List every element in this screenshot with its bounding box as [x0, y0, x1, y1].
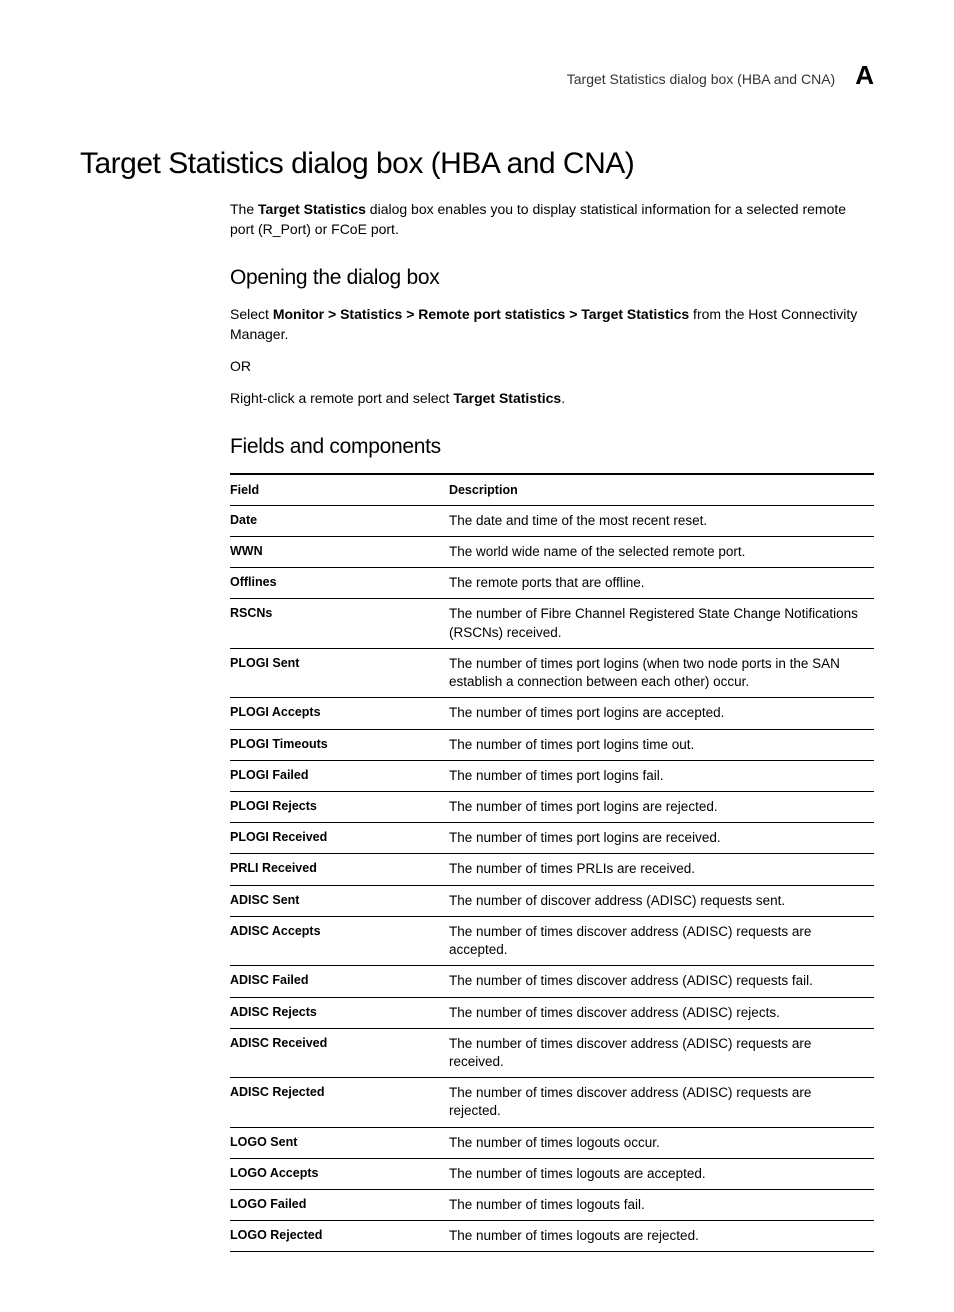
field-name-cell: ADISC Sent [230, 885, 449, 916]
opening-or: OR [230, 356, 874, 376]
field-name-cell: LOGO Failed [230, 1190, 449, 1221]
content-body: The Target Statistics dialog box enables… [230, 199, 874, 1252]
field-desc-cell: The number of times logouts are accepted… [449, 1158, 874, 1189]
field-name-cell: RSCNs [230, 599, 449, 648]
intro-paragraph: The Target Statistics dialog box enables… [230, 199, 874, 240]
field-name-cell: Offlines [230, 568, 449, 599]
field-name-cell: LOGO Rejected [230, 1221, 449, 1252]
field-desc-cell: The number of times port logins (when tw… [449, 648, 874, 697]
field-name-cell: PLOGI Failed [230, 760, 449, 791]
col-header-description: Description [449, 474, 874, 506]
field-desc-cell: The number of times port logins fail. [449, 760, 874, 791]
field-name-cell: ADISC Failed [230, 966, 449, 997]
table-row: ADISC RejectsThe number of times discove… [230, 997, 874, 1028]
field-desc-cell: The number of times discover address (AD… [449, 916, 874, 965]
table-row: ADISC RejectedThe number of times discov… [230, 1078, 874, 1127]
table-row: LOGO SentThe number of times logouts occ… [230, 1127, 874, 1158]
opening-line2-prefix: Right-click a remote port and select [230, 390, 453, 406]
field-desc-cell: The number of times discover address (AD… [449, 997, 874, 1028]
table-row: WWNThe world wide name of the selected r… [230, 537, 874, 568]
field-desc-cell: The number of times port logins are acce… [449, 698, 874, 729]
appendix-letter: A [855, 60, 874, 91]
opening-line1-prefix: Select [230, 306, 273, 322]
table-row: PLOGI ReceivedThe number of times port l… [230, 823, 874, 854]
field-name-cell: PLOGI Accepts [230, 698, 449, 729]
table-row: ADISC AcceptsThe number of times discove… [230, 916, 874, 965]
field-name-cell: PLOGI Received [230, 823, 449, 854]
field-desc-cell: The number of times discover address (AD… [449, 966, 874, 997]
table-row: PLOGI AcceptsThe number of times port lo… [230, 698, 874, 729]
table-row: LOGO AcceptsThe number of times logouts … [230, 1158, 874, 1189]
opening-line2-suffix: . [561, 390, 565, 406]
field-desc-cell: The number of times discover address (AD… [449, 1078, 874, 1127]
table-row: PLOGI TimeoutsThe number of times port l… [230, 729, 874, 760]
opening-line-2: Right-click a remote port and select Tar… [230, 388, 874, 408]
field-desc-cell: The number of discover address (ADISC) r… [449, 885, 874, 916]
field-name-cell: ADISC Received [230, 1028, 449, 1077]
opening-line1-bold: Monitor > Statistics > Remote port stati… [273, 306, 689, 322]
table-header-row: Field Description [230, 474, 874, 506]
running-header: Target Statistics dialog box (HBA and CN… [80, 60, 874, 91]
table-row: PLOGI SentThe number of times port login… [230, 648, 874, 697]
field-desc-cell: The number of times logouts occur. [449, 1127, 874, 1158]
opening-line-1: Select Monitor > Statistics > Remote por… [230, 304, 874, 345]
table-row: PLOGI RejectsThe number of times port lo… [230, 791, 874, 822]
opening-line2-bold: Target Statistics [453, 390, 561, 406]
field-desc-cell: The date and time of the most recent res… [449, 505, 874, 536]
table-row: RSCNsThe number of Fibre Channel Registe… [230, 599, 874, 648]
field-name-cell: ADISC Accepts [230, 916, 449, 965]
fields-table: Field Description DateThe date and time … [230, 473, 874, 1253]
field-name-cell: PLOGI Timeouts [230, 729, 449, 760]
field-name-cell: PLOGI Sent [230, 648, 449, 697]
field-name-cell: LOGO Accepts [230, 1158, 449, 1189]
field-desc-cell: The number of times discover address (AD… [449, 1028, 874, 1077]
field-name-cell: ADISC Rejects [230, 997, 449, 1028]
field-desc-cell: The number of times port logins are rece… [449, 823, 874, 854]
page-title: Target Statistics dialog box (HBA and CN… [80, 147, 874, 181]
field-desc-cell: The world wide name of the selected remo… [449, 537, 874, 568]
table-row: ADISC ReceivedThe number of times discov… [230, 1028, 874, 1077]
field-name-cell: LOGO Sent [230, 1127, 449, 1158]
field-name-cell: WWN [230, 537, 449, 568]
table-row: ADISC SentThe number of discover address… [230, 885, 874, 916]
table-row: PRLI ReceivedThe number of times PRLIs a… [230, 854, 874, 885]
table-row: PLOGI FailedThe number of times port log… [230, 760, 874, 791]
field-desc-cell: The number of times logouts are rejected… [449, 1221, 874, 1252]
intro-bold: Target Statistics [258, 201, 366, 217]
col-header-field: Field [230, 474, 449, 506]
section-fields-heading: Fields and components [230, 435, 874, 459]
field-desc-cell: The number of times PRLIs are received. [449, 854, 874, 885]
table-row: LOGO FailedThe number of times logouts f… [230, 1190, 874, 1221]
field-name-cell: ADISC Rejected [230, 1078, 449, 1127]
section-opening-heading: Opening the dialog box [230, 266, 874, 290]
running-title: Target Statistics dialog box (HBA and CN… [567, 71, 835, 87]
field-desc-cell: The number of times port logins are reje… [449, 791, 874, 822]
field-name-cell: Date [230, 505, 449, 536]
page-container: Target Statistics dialog box (HBA and CN… [0, 0, 954, 1312]
table-row: ADISC FailedThe number of times discover… [230, 966, 874, 997]
field-desc-cell: The number of Fibre Channel Registered S… [449, 599, 874, 648]
table-row: OfflinesThe remote ports that are offlin… [230, 568, 874, 599]
table-row: LOGO RejectedThe number of times logouts… [230, 1221, 874, 1252]
table-row: DateThe date and time of the most recent… [230, 505, 874, 536]
field-desc-cell: The remote ports that are offline. [449, 568, 874, 599]
intro-prefix: The [230, 201, 258, 217]
field-name-cell: PLOGI Rejects [230, 791, 449, 822]
field-desc-cell: The number of times port logins time out… [449, 729, 874, 760]
field-name-cell: PRLI Received [230, 854, 449, 885]
field-desc-cell: The number of times logouts fail. [449, 1190, 874, 1221]
